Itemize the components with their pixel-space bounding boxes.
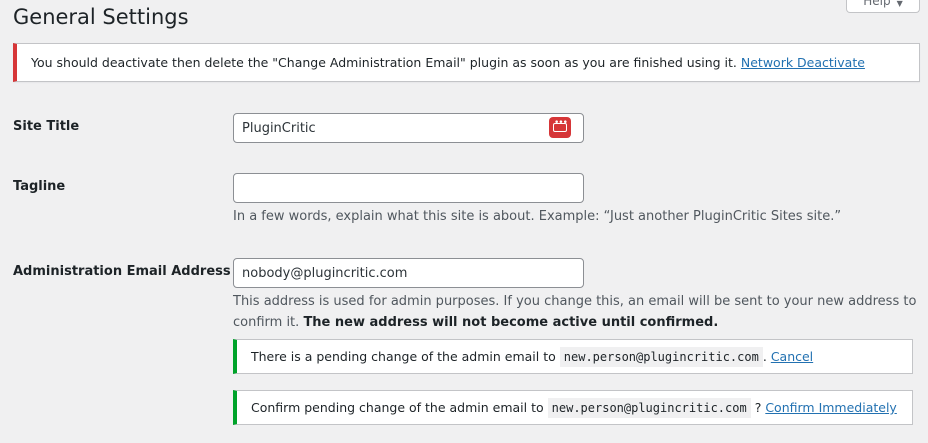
confirm-separator: ? [754, 400, 762, 415]
confirm-email-code: new.person@plugincritic.com [547, 398, 751, 418]
pending-email-code: new.person@plugincritic.com [559, 347, 763, 367]
page-title: General Settings [13, 5, 189, 29]
admin-email-description: This address is used for admin purposes.… [233, 291, 916, 333]
cancel-pending-link[interactable]: Cancel [771, 349, 813, 364]
tagline-input[interactable] [233, 173, 584, 203]
confirm-immediately-link[interactable]: Confirm Immediately [765, 400, 897, 415]
network-deactivate-link[interactable]: Network Deactivate [741, 55, 865, 70]
plugin-deactivate-notice: You should deactivate then delete the "C… [13, 43, 920, 82]
pending-change-notice: There is a pending change of the admin e… [233, 339, 913, 374]
password-manager-icon[interactable] [549, 117, 571, 138]
admin-email-description-line1: This address is used for admin purposes.… [233, 294, 917, 309]
tagline-label: Tagline [13, 179, 66, 194]
admin-email-label: Administration Email Address [13, 264, 231, 279]
admin-email-description-strong: The new address will not become active u… [303, 315, 719, 330]
help-tab-button[interactable]: Help ▼ [846, 0, 920, 13]
admin-email-input[interactable] [233, 258, 584, 288]
pending-change-text: There is a pending change of the admin e… [251, 349, 556, 364]
notice-message: You should deactivate then delete the "C… [31, 55, 737, 70]
tagline-description: In a few words, explain what this site i… [233, 209, 842, 224]
chevron-down-icon: ▼ [896, 0, 903, 8]
pending-separator: . [762, 349, 767, 364]
help-label: Help [863, 0, 891, 8]
confirm-change-text: Confirm pending change of the admin emai… [251, 400, 544, 415]
site-title-label: Site Title [13, 119, 80, 134]
confirm-change-notice: Confirm pending change of the admin emai… [233, 390, 913, 425]
site-title-input[interactable] [233, 113, 584, 143]
admin-email-description-line2: confirm it. [233, 315, 300, 330]
